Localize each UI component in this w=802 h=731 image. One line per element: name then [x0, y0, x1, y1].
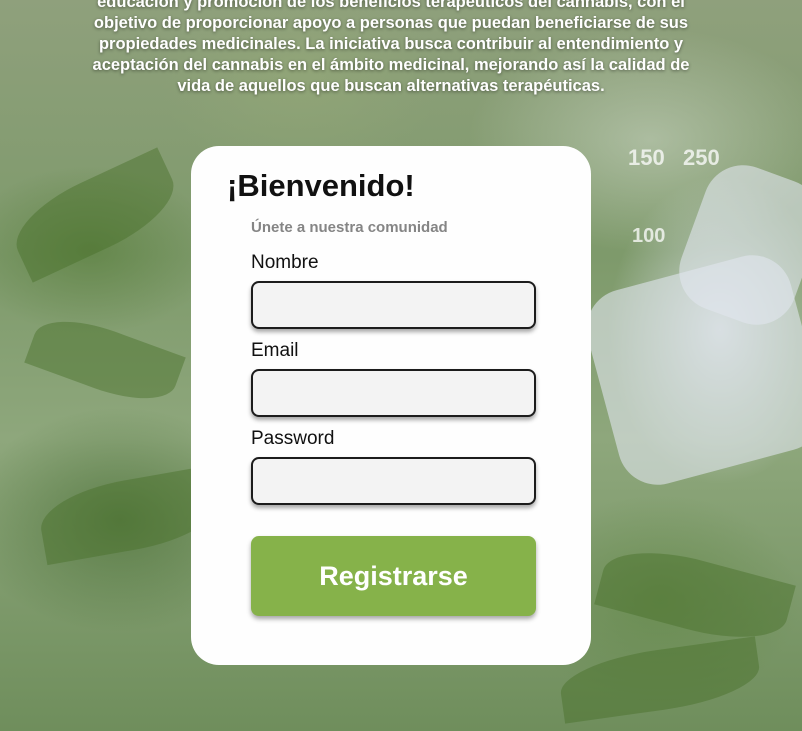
glove-shape: [577, 246, 802, 494]
name-input[interactable]: [251, 281, 536, 329]
register-button[interactable]: Registrarse: [251, 536, 536, 616]
email-input[interactable]: [251, 369, 536, 417]
leaf-shape: [24, 306, 186, 414]
password-label: Password: [251, 428, 335, 449]
beaker-marking: 100: [632, 225, 666, 247]
card-title: ¡Bienvenido!: [227, 168, 415, 203]
registration-card: ¡Bienvenido! Únete a nuestra comunidad N…: [191, 146, 591, 665]
leaf-shape: [594, 536, 796, 654]
leaf-shape: [3, 147, 187, 283]
email-label: Email: [251, 340, 299, 361]
intro-paragraph: educación y promoción de los beneficios …: [92, 0, 690, 95]
password-input[interactable]: [251, 457, 536, 505]
name-label: Nombre: [251, 252, 319, 273]
card-subtitle: Únete a nuestra comunidad: [251, 219, 448, 236]
beaker-marking: 150 250: [628, 145, 720, 170]
